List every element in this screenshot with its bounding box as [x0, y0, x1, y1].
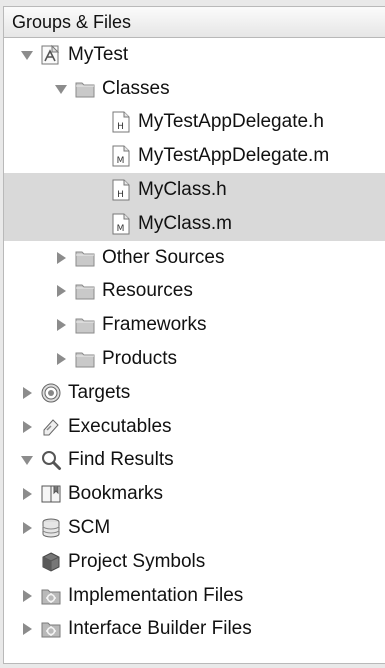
tree-row[interactable]: Executables [4, 410, 385, 444]
tree-row[interactable]: Interface Builder Files [4, 613, 385, 647]
tree-item-label: Executables [68, 415, 172, 437]
tree-row[interactable]: Classes [4, 72, 385, 106]
disclosure-closed-icon[interactable] [20, 622, 34, 636]
svg-text:H: H [117, 190, 124, 200]
tree-item-label: Targets [68, 381, 131, 403]
tree-row[interactable]: H MyTestAppDelegate.h [4, 106, 385, 140]
disclosure-closed-icon[interactable] [20, 521, 34, 535]
tree-item-label: Find Results [68, 449, 174, 471]
disclosure-closed-icon[interactable] [54, 251, 68, 265]
groups-and-files-panel: Groups & Files MyTest Classes H MyTestAppDe… [3, 6, 385, 664]
folder-icon [74, 314, 96, 336]
tree-item-label: Project Symbols [68, 550, 206, 572]
tree-item-label: SCM [68, 517, 111, 539]
tree-item-label: MyTest [68, 43, 129, 65]
tree-item-label: Products [102, 348, 177, 370]
disclosure-closed-icon[interactable] [20, 487, 34, 501]
disclosure-open-icon[interactable] [20, 48, 34, 62]
tree-item-label: Interface Builder Files [68, 618, 252, 640]
disclosure-closed-icon[interactable] [54, 284, 68, 298]
implementation-file-icon: M [110, 213, 132, 235]
tree-row[interactable]: Implementation Files [4, 579, 385, 613]
tree-row[interactable]: MyTest [4, 38, 385, 72]
tree-row[interactable]: Find Results [4, 444, 385, 478]
tree-item-label: Frameworks [102, 314, 207, 336]
project-tree[interactable]: MyTest Classes H MyTestAppDelegate.h M MyTest… [4, 38, 385, 646]
tree-item-label: Bookmarks [68, 483, 164, 505]
header-file-icon: H [110, 111, 132, 133]
tree-row[interactable]: M MyTestAppDelegate.m [4, 139, 385, 173]
bookmarks-icon [40, 483, 62, 505]
implementation-file-icon: M [110, 145, 132, 167]
disclosure-closed-icon[interactable] [20, 420, 34, 434]
tree-item-label: Implementation Files [68, 584, 244, 606]
disclosure-open-icon[interactable] [54, 82, 68, 96]
disclosure-closed-icon[interactable] [20, 589, 34, 603]
cube-icon [40, 551, 62, 573]
header-file-icon: H [110, 179, 132, 201]
smart-group-icon [40, 618, 62, 640]
tree-item-label: Other Sources [102, 246, 225, 268]
tree-row[interactable]: Other Sources [4, 241, 385, 275]
svg-text:H: H [117, 122, 124, 132]
folder-icon [74, 280, 96, 302]
panel-header: Groups & Files [4, 7, 385, 38]
tree-item-label: MyTestAppDelegate.h [138, 111, 324, 133]
tree-item-label: MyClass.m [138, 212, 232, 234]
folder-icon [74, 78, 96, 100]
tree-row[interactable]: Frameworks [4, 308, 385, 342]
disclosure-closed-icon[interactable] [20, 386, 34, 400]
svg-text:M: M [117, 224, 125, 234]
tree-row[interactable]: SCM [4, 511, 385, 545]
tree-row[interactable]: M MyClass.m [4, 206, 385, 241]
tree-row[interactable]: Targets [4, 376, 385, 410]
tree-item-label: Classes [102, 77, 170, 99]
svg-text:M: M [117, 156, 125, 166]
magnifier-icon [40, 449, 62, 471]
folder-icon [74, 247, 96, 269]
tree-row[interactable]: Resources [4, 275, 385, 309]
tree-row[interactable]: Products [4, 342, 385, 376]
executable-icon [40, 416, 62, 438]
tree-item-label: Resources [102, 280, 193, 302]
panel-title: Groups & Files [12, 12, 132, 32]
smart-group-icon [40, 585, 62, 607]
disclosure-closed-icon[interactable] [54, 318, 68, 332]
project-app-icon [40, 44, 62, 66]
tree-item-label: MyClass.h [138, 179, 227, 201]
tree-row[interactable]: H MyClass.h [4, 173, 385, 207]
disclosure-open-icon[interactable] [20, 453, 34, 467]
tree-item-label: MyTestAppDelegate.m [138, 145, 330, 167]
tree-row[interactable]: Bookmarks [4, 477, 385, 511]
tree-row[interactable]: Project Symbols [4, 545, 385, 579]
target-icon [40, 382, 62, 404]
database-icon [40, 517, 62, 539]
disclosure-closed-icon[interactable] [54, 352, 68, 366]
folder-icon [74, 348, 96, 370]
